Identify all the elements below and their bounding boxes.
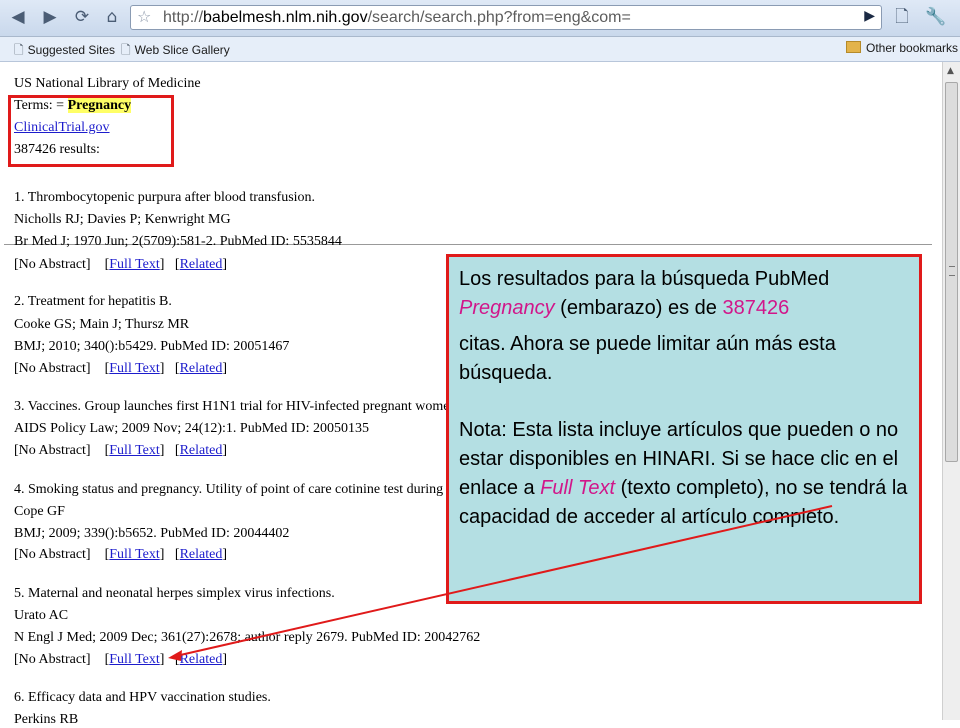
- bookmarks-bar: 🗋 Suggested Sites 🗋 Web Slice Gallery Othe…: [0, 37, 960, 62]
- result-links: [No Abstract] [Full Text] [Related]: [14, 652, 228, 667]
- page-icon: 🗋: [14, 43, 24, 57]
- back-button[interactable]: ◀: [6, 5, 30, 29]
- url-text: http://babelmesh.nlm.nih.gov/search/sear…: [163, 9, 631, 26]
- result-citation: Br Med J; 1970 Jun; 2(5709):581-2. PubMe…: [14, 234, 342, 249]
- browser-toolbar: ◀ ▶ ⟳ ⌂ ☆ http://babelmesh.nlm.nih.gov/s…: [0, 0, 960, 37]
- forward-button[interactable]: ▶: [38, 5, 62, 29]
- grip-icon: [949, 266, 955, 276]
- related-link[interactable]: Related: [180, 652, 223, 667]
- result-authors: Urato AC: [14, 608, 69, 623]
- wrench-menu-icon[interactable]: 🔧: [924, 5, 948, 29]
- home-button[interactable]: ⌂: [100, 5, 124, 29]
- result-title[interactable]: 6. Efficacy data and HPV vaccination stu…: [14, 690, 271, 706]
- result-title[interactable]: 5. Maternal and neonatal herpes simplex …: [14, 586, 335, 602]
- page-icon: 🗋: [121, 43, 131, 57]
- result-links: [No Abstract] [Full Text] [Related]: [14, 547, 228, 562]
- address-bar[interactable]: ☆ http://babelmesh.nlm.nih.gov/search/se…: [130, 5, 882, 30]
- result-links: [No Abstract] [Full Text] [Related]: [14, 361, 228, 376]
- result-citation: N Engl J Med; 2009 Dec; 361(27):2678; au…: [14, 630, 481, 645]
- full-text-link[interactable]: Full Text: [109, 257, 160, 272]
- result-title[interactable]: 4. Smoking status and pregnancy. Utility…: [14, 482, 454, 498]
- result-citation: BMJ; 2009; 339():b5652. PubMed ID: 20044…: [14, 526, 290, 541]
- callout-count: 387426: [722, 297, 790, 319]
- go-arrow-icon[interactable]: ▶: [864, 8, 875, 24]
- bookmark-suggested-sites[interactable]: 🗋 Suggested Sites: [14, 41, 115, 62]
- full-text-link[interactable]: Full Text: [109, 443, 160, 458]
- reload-button[interactable]: ⟳: [70, 5, 94, 29]
- result-authors: Cope GF: [14, 504, 65, 519]
- scroll-thumb[interactable]: [945, 82, 958, 462]
- result-authors: Cooke GS; Main J; Thursz MR: [14, 317, 190, 332]
- result-title[interactable]: 2. Treatment for hepatitis B.: [14, 294, 172, 310]
- related-link[interactable]: Related: [180, 443, 223, 458]
- full-text-link[interactable]: Full Text: [109, 547, 160, 562]
- result-title[interactable]: 1. Thrombocytopenic purpura after blood …: [14, 190, 315, 206]
- full-text-link[interactable]: Full Text: [109, 652, 160, 667]
- callout-paragraph-1: Los resultados para la búsqueda PubMed P…: [459, 268, 836, 384]
- callout-term: Pregnancy: [459, 297, 555, 319]
- full-text-link[interactable]: Full Text: [109, 361, 160, 376]
- related-link[interactable]: Related: [180, 361, 223, 376]
- page-menu-icon[interactable]: 🗋: [890, 5, 914, 29]
- scroll-up-icon[interactable]: ▲: [947, 66, 954, 76]
- result-authors: Nicholls RJ; Davies P; Kenwright MG: [14, 212, 231, 227]
- other-bookmarks[interactable]: Other bookmarks: [846, 41, 958, 55]
- result-authors: Perkins RB: [14, 712, 79, 727]
- result-links: [No Abstract] [Full Text] [Related]: [14, 443, 228, 458]
- vertical-scrollbar[interactable]: ▲: [942, 62, 960, 720]
- bookmark-web-slice-gallery[interactable]: 🗋 Web Slice Gallery: [121, 41, 230, 62]
- result-title[interactable]: 3. Vaccines. Group launches first H1N1 t…: [14, 399, 449, 415]
- folder-icon: [846, 41, 861, 53]
- related-link[interactable]: Related: [180, 257, 223, 272]
- annotation-callout: Los resultados para la búsqueda PubMed P…: [446, 254, 922, 604]
- result-citation: BMJ; 2010; 340():b5429. PubMed ID: 20051…: [14, 339, 290, 354]
- org-name: US National Library of Medicine: [14, 76, 201, 91]
- result-links: [No Abstract] [Full Text] [Related]: [14, 257, 228, 272]
- annotation-highlight-box: [8, 95, 174, 167]
- related-link[interactable]: Related: [180, 547, 223, 562]
- bookmark-star-icon[interactable]: ☆: [137, 7, 151, 26]
- callout-full-text-term: Full Text: [540, 477, 616, 499]
- result-citation: AIDS Policy Law; 2009 Nov; 24(12):1. Pub…: [14, 421, 370, 436]
- callout-paragraph-2: Nota: Esta lista incluye artículos que p…: [459, 419, 908, 528]
